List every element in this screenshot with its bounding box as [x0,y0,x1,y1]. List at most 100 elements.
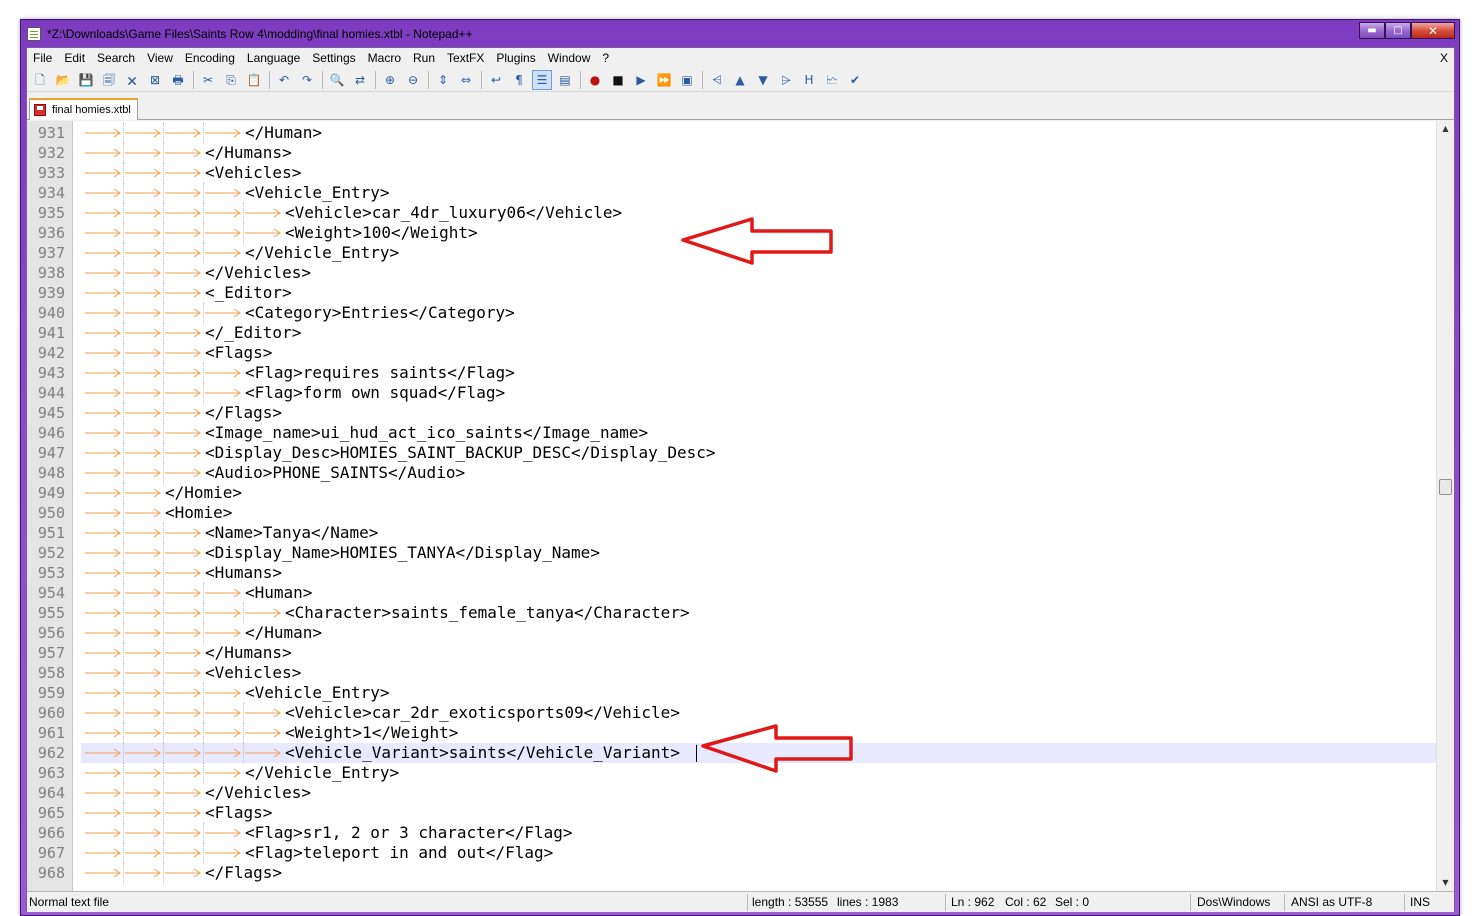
scroll-up-arrow-icon[interactable]: ▲ [1437,121,1454,137]
indent-guide [123,803,124,823]
code-line[interactable]: 947 <Display_Desc>HOMIES_SAINT_BACKUP_DES… [27,443,1438,463]
arrow-up-icon[interactable]: ▲ [730,70,750,90]
close-button[interactable]: ✕ [1411,22,1455,39]
code-line[interactable]: 956 </Human> [27,623,1438,643]
code-line[interactable]: 955 <Character>saints_female_tanya</Chara… [27,603,1438,623]
code-line[interactable]: 932 </Humans> [27,143,1438,163]
code-line[interactable]: 959 <Vehicle_Entry> [27,683,1438,703]
code-line[interactable]: 951 <Name>Tanya</Name> [27,523,1438,543]
code-line[interactable]: 941 </_Editor> [27,323,1438,343]
menu-run[interactable]: Run [408,48,440,68]
record-macro-icon[interactable]: ● [585,70,605,90]
copy-icon[interactable]: ⎘ [221,70,241,90]
open-file-icon[interactable]: 📂 [53,70,73,90]
cut-icon[interactable]: ✂ [198,70,218,90]
status-line-number: Ln : 962 [951,895,995,909]
code-line[interactable]: 943 <Flag>requires saints</Flag> [27,363,1438,383]
close-document-button[interactable]: X [1440,48,1448,68]
tab-final-homies[interactable]: final homies.xtbl [29,98,138,120]
code-line[interactable]: 945 </Flags> [27,403,1438,423]
xml-tools-icon[interactable]: ⩤ [707,70,727,90]
menu-settings[interactable]: Settings [307,48,360,68]
new-file-icon[interactable]: 🗋 [30,70,50,90]
indent-guide [163,863,164,883]
play-macro-icon[interactable]: ▶ [631,70,651,90]
close-all-icon[interactable]: ⊠ [145,70,165,90]
menu-view[interactable]: View [142,48,178,68]
save-macro-icon[interactable]: ▣ [677,70,697,90]
code-line[interactable]: 960 <Vehicle>car_2dr_exoticsports09</Vehi… [27,703,1438,723]
arrow-down-icon[interactable]: ▼ [753,70,773,90]
indent-guide [203,243,204,263]
minimize-button[interactable]: ▬ [1359,22,1385,39]
toolbar-separator [193,70,194,89]
menu-edit[interactable]: Edit [59,48,90,68]
code-line[interactable]: 964 </Vehicles> [27,783,1438,803]
scroll-down-arrow-icon[interactable]: ▼ [1437,875,1454,891]
code-line[interactable]: 940 <Category>Entries</Category> [27,303,1438,323]
code-text: </Humans> [205,643,292,662]
code-line[interactable]: 931 </Human> [27,123,1438,143]
paste-icon[interactable]: 📋 [244,70,264,90]
undo-icon[interactable]: ↶ [274,70,294,90]
code-line[interactable]: 946 <Image_name>ui_hud_act_ico_saints</Im… [27,423,1438,443]
sync-horizontal-icon[interactable]: ⇔ [456,70,476,90]
code-line[interactable]: 954 <Human> [27,583,1438,603]
menu-macro[interactable]: Macro [363,48,406,68]
print-icon[interactable]: 🖶 [168,70,188,90]
show-all-chars-icon[interactable]: ¶ [509,70,529,90]
code-line[interactable]: 939 <_Editor> [27,283,1438,303]
code-line[interactable]: 957 </Humans> [27,643,1438,663]
zoom-in-icon[interactable]: ⊕ [380,70,400,90]
language-udl-icon[interactable]: ▤ [555,70,575,90]
spell-check-icon[interactable]: ✔ [845,70,865,90]
code-line[interactable]: 942 <Flags> [27,343,1438,363]
notepad-app-icon[interactable] [27,26,41,41]
scrollbar-thumb[interactable] [1439,479,1452,495]
menu-plugins[interactable]: Plugins [491,48,540,68]
code-line[interactable]: 944 <Flag>form own squad</Flag> [27,383,1438,403]
code-line[interactable]: 950 <Homie> [27,503,1438,523]
menu-help[interactable]: ? [597,48,614,68]
play-multiple-icon[interactable]: ⏩ [654,70,674,90]
code-line[interactable]: 933 <Vehicles> [27,163,1438,183]
save-icon[interactable]: 💾 [76,70,96,90]
redo-icon[interactable]: ↷ [297,70,317,90]
indent-guide-icon[interactable]: ☰ [532,69,552,90]
tab-bar: final homies.xtbl [27,94,1454,120]
plugin-icon[interactable]: 🗠 [822,70,842,90]
find-icon[interactable]: 🔍 [327,70,347,90]
menu-file[interactable]: File [27,48,57,68]
line-number: 945 [37,404,65,422]
menu-window[interactable]: Window [543,48,596,68]
menu-encoding[interactable]: Encoding [180,48,240,68]
save-all-icon[interactable]: 🗐 [99,70,119,90]
collapse-icon[interactable]: ⩥ [776,70,796,90]
code-line[interactable]: 958 <Vehicles> [27,663,1438,683]
indent-guide [123,303,124,323]
maximize-button[interactable]: □ [1385,22,1411,39]
menu-textfx[interactable]: TextFX [442,48,489,68]
code-line[interactable]: 949 </Homie> [27,483,1438,503]
replace-icon[interactable]: ⇄ [350,70,370,90]
word-wrap-icon[interactable]: ↩ [486,70,506,90]
line-number: 935 [37,204,65,222]
zoom-out-icon[interactable]: ⊖ [403,70,423,90]
title-bar[interactable]: *Z:\Downloads\Game Files\Saints Row 4\mo… [21,20,1459,47]
stop-macro-icon[interactable]: ■ [608,70,628,90]
code-line[interactable]: 968 </Flags> [27,863,1438,883]
line-number: 931 [37,124,65,142]
code-line[interactable]: 952 <Display_Name>HOMIES_TANYA</Display_N… [27,543,1438,563]
sync-vertical-icon[interactable]: ⇕ [433,70,453,90]
code-line[interactable]: 965 <Flags> [27,803,1438,823]
html-tidy-icon[interactable]: H [799,70,819,90]
menu-language[interactable]: Language [242,48,305,68]
code-line[interactable]: 948 <Audio>PHONE_SAINTS</Audio> [27,463,1438,483]
code-line[interactable]: 966 <Flag>sr1, 2 or 3 character</Flag> [27,823,1438,843]
code-line[interactable]: 934 <Vehicle_Entry> [27,183,1438,203]
close-file-icon[interactable]: 🗙 [122,70,142,90]
code-line[interactable]: 967 <Flag>teleport in and out</Flag> [27,843,1438,863]
menu-search[interactable]: Search [92,48,140,68]
code-line[interactable]: 953 <Humans> [27,563,1438,583]
vertical-scrollbar[interactable]: ▲ ▼ [1436,121,1454,891]
